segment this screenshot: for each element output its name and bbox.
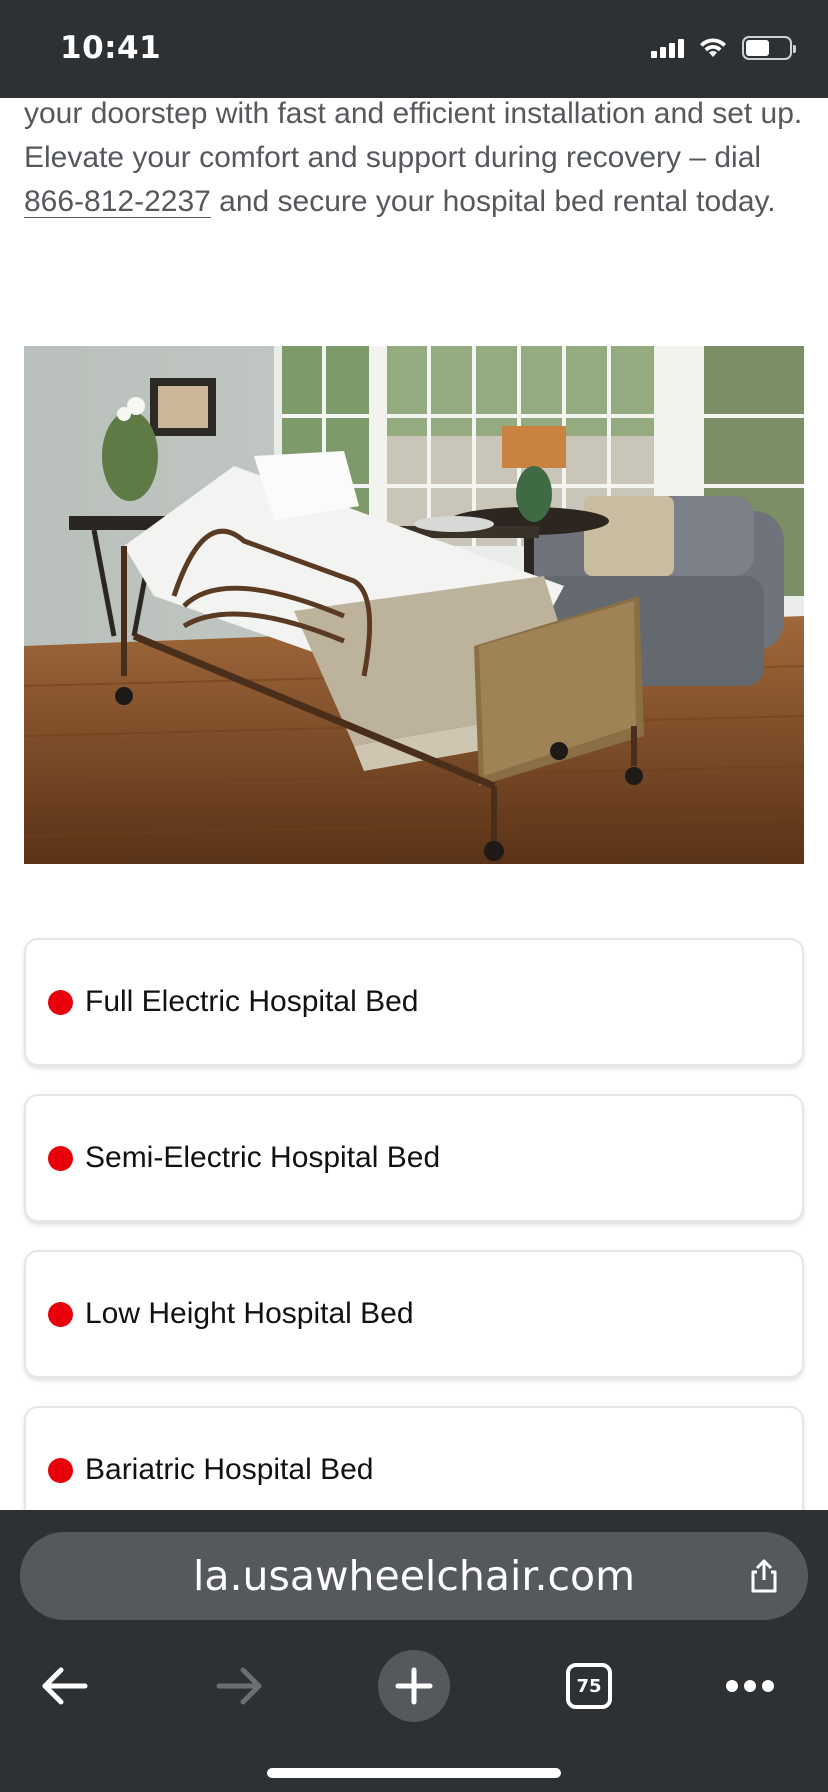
address-bar[interactable]: la.usawheelchair.com: [20, 1532, 808, 1620]
page-content: your doorstep with fast and efficient in…: [0, 98, 828, 1510]
bed-type-item-full-electric[interactable]: Full Electric Hospital Bed: [24, 938, 804, 1066]
bed-type-list: Full Electric Hospital Bed Semi-Electric…: [24, 938, 804, 1510]
status-icons: [651, 36, 796, 60]
battery-icon: [742, 36, 796, 60]
red-bullet-icon: [48, 989, 73, 1015]
wifi-icon: [700, 38, 726, 57]
forward-arrow-icon: [216, 1667, 262, 1705]
browser-toolbar: la.usawheelchair.com 75: [0, 1510, 828, 1792]
red-bullet-icon: [48, 1145, 73, 1171]
new-tab-button[interactable]: [369, 1636, 459, 1736]
bed-type-label: Bariatric Hospital Bed: [85, 1453, 374, 1486]
intro-text-end: and secure your hospital bed rental toda…: [210, 185, 776, 218]
status-bar: 10:41: [0, 0, 828, 98]
plus-icon: [395, 1667, 433, 1705]
red-bullet-icon: [48, 1301, 73, 1327]
more-button[interactable]: [705, 1636, 795, 1736]
intro-text-start: your doorstep with fast and efficient in…: [24, 98, 803, 174]
bed-type-item-semi-electric[interactable]: Semi-Electric Hospital Bed: [24, 1094, 804, 1222]
red-bullet-icon: [48, 1457, 73, 1483]
tabs-button[interactable]: 75: [544, 1636, 634, 1736]
url-text: la.usawheelchair.com: [192, 1552, 636, 1600]
more-icon: [726, 1680, 774, 1692]
bed-type-item-low-height[interactable]: Low Height Hospital Bed: [24, 1250, 804, 1378]
browser-nav-row: 75: [0, 1636, 828, 1736]
phone-link[interactable]: 866-812-2237: [24, 185, 211, 218]
tabs-icon: 75: [566, 1663, 612, 1709]
cellular-signal-icon: [651, 38, 684, 58]
back-arrow-icon: [42, 1667, 88, 1705]
home-indicator[interactable]: [267, 1768, 561, 1778]
bed-type-label: Semi-Electric Hospital Bed: [85, 1141, 441, 1174]
intro-paragraph: your doorstep with fast and efficient in…: [24, 98, 814, 224]
share-icon[interactable]: [746, 1558, 782, 1594]
forward-button[interactable]: [194, 1636, 284, 1736]
hospital-bed-photo: [24, 346, 804, 864]
bed-type-label: Low Height Hospital Bed: [85, 1297, 414, 1330]
status-time: 10:41: [60, 30, 162, 66]
bed-type-item-bariatric[interactable]: Bariatric Hospital Bed: [24, 1406, 804, 1510]
tab-count: 75: [576, 1675, 602, 1697]
new-tab-circle: [378, 1650, 450, 1722]
back-button[interactable]: [20, 1636, 110, 1736]
bed-type-label: Full Electric Hospital Bed: [85, 985, 419, 1018]
